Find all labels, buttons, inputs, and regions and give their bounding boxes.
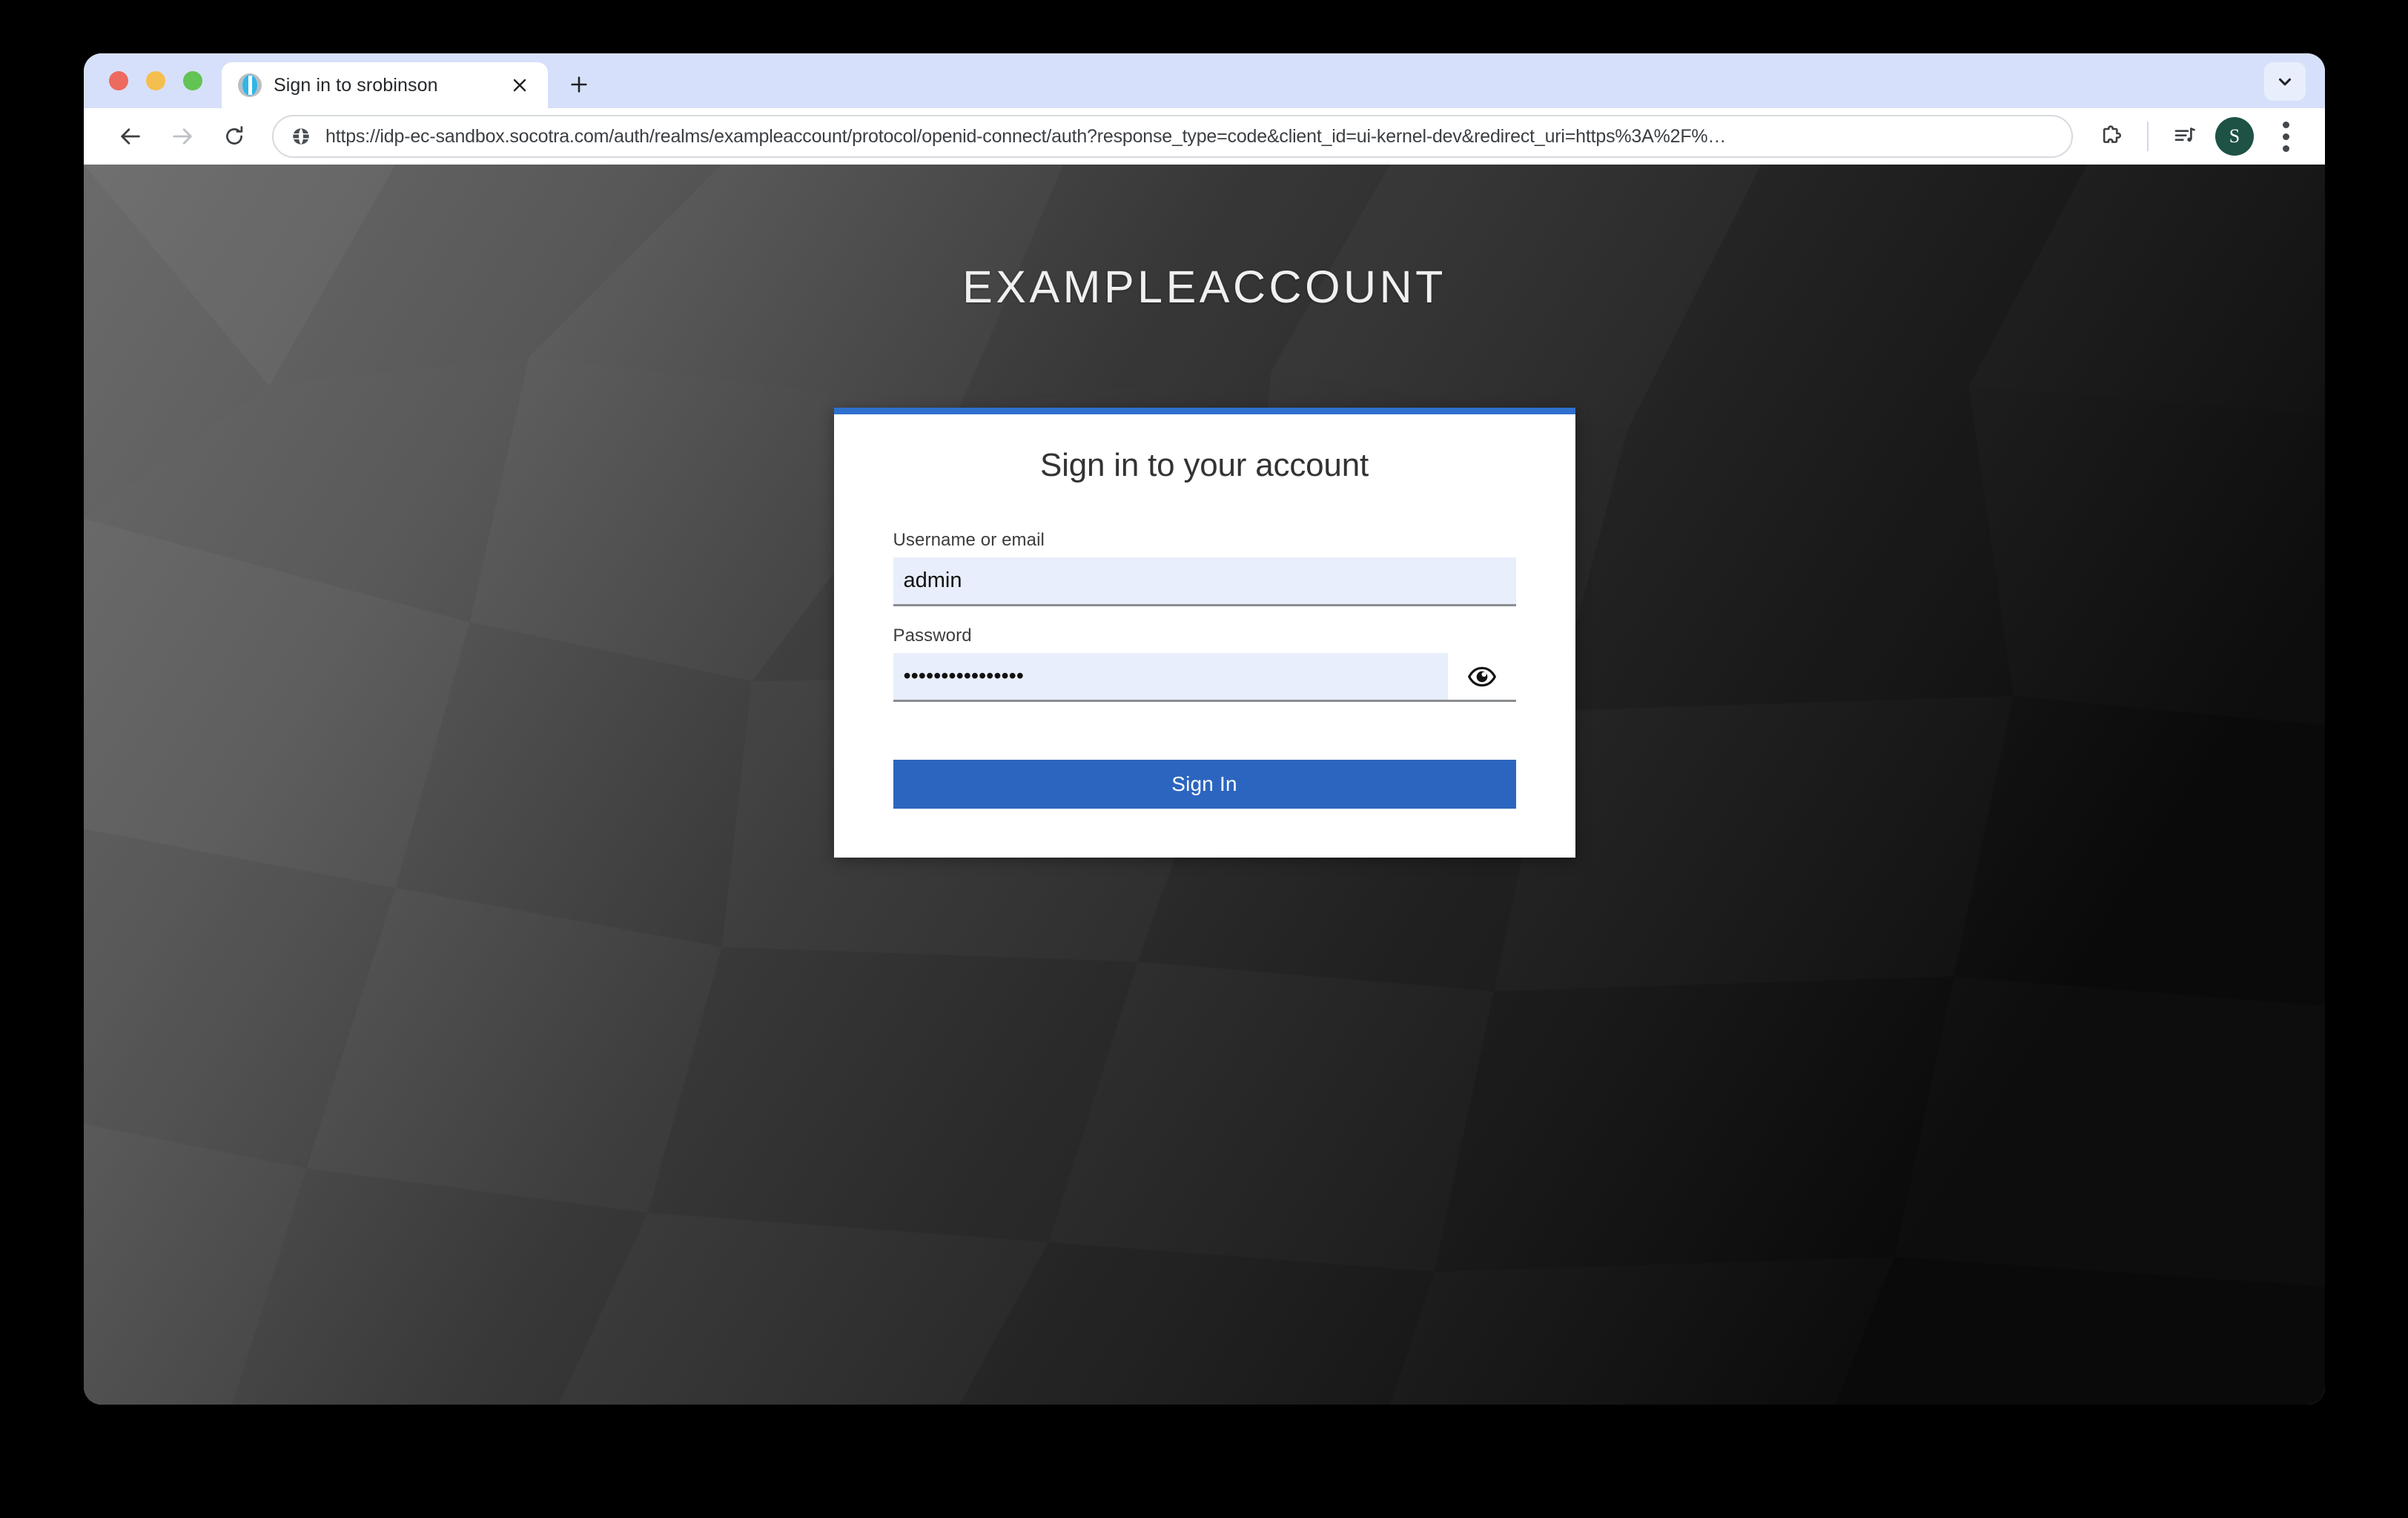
arrow-left-icon <box>121 128 140 145</box>
tab-title: Sign in to srobinson <box>274 74 438 96</box>
new-tab-button[interactable] <box>558 64 600 105</box>
chevron-down-icon <box>2278 78 2292 86</box>
globe-icon[interactable] <box>290 125 312 148</box>
tab-strip: Sign in to srobinson <box>84 53 2325 108</box>
browser-tab[interactable]: Sign in to srobinson <box>222 62 548 108</box>
username-field-group: Username or email <box>893 530 1516 606</box>
forward-button <box>156 110 208 162</box>
media-playlist-icon <box>2174 127 2195 142</box>
password-input-wrap <box>893 653 1516 702</box>
password-visibility-toggle[interactable] <box>1447 653 1516 702</box>
three-dot-menu-icon[interactable] <box>2266 113 2306 159</box>
page-title: EXAMPLEACCOUNT <box>962 262 1446 312</box>
arrow-right-icon <box>173 128 192 145</box>
login-heading: Sign in to your account <box>1039 447 1369 483</box>
browser-toolbar: https://idp-ec-sandbox.socotra.com/auth/… <box>84 108 2325 165</box>
keycloak-favicon <box>238 73 262 97</box>
media-control-button[interactable] <box>2162 113 2208 159</box>
eye-icon <box>1467 666 1496 686</box>
avatar[interactable]: S <box>2215 117 2254 156</box>
reload-button[interactable] <box>208 110 260 162</box>
page-viewport: EXAMPLEACCOUNT Sign in to your account U… <box>84 165 2325 1405</box>
username-input-wrap <box>893 557 1516 606</box>
window-maximize-button[interactable] <box>183 71 202 90</box>
window-traffic-lights <box>84 53 222 108</box>
password-input[interactable] <box>893 653 1448 702</box>
url-text: https://idp-ec-sandbox.socotra.com/auth/… <box>325 125 1727 147</box>
window-minimize-button[interactable] <box>146 71 165 90</box>
login-card: Sign in to your account Username or emai… <box>833 408 1575 858</box>
puzzle-piece-icon <box>2103 125 2121 143</box>
password-field-group: Password <box>893 626 1516 702</box>
close-icon[interactable] <box>505 70 535 100</box>
window-close-button[interactable] <box>109 71 128 90</box>
tab-search-button[interactable] <box>2264 62 2306 101</box>
reload-icon <box>226 126 243 145</box>
browser-window: Sign in to srobinson https://idp-ec-sand… <box>84 53 2325 1405</box>
sign-in-button[interactable]: Sign In <box>893 760 1516 809</box>
extensions-button[interactable] <box>2088 113 2134 159</box>
username-label: Username or email <box>893 530 1045 550</box>
back-button[interactable] <box>105 110 156 162</box>
password-label: Password <box>893 626 972 646</box>
toolbar-divider <box>2147 122 2149 151</box>
address-bar[interactable]: https://idp-ec-sandbox.socotra.com/auth/… <box>272 115 2073 158</box>
username-input[interactable] <box>893 557 1516 606</box>
